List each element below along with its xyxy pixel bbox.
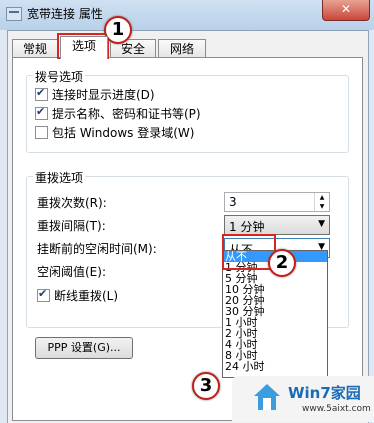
callout-marker: 3 <box>192 372 220 400</box>
show-progress-checkbox[interactable] <box>35 86 48 101</box>
checkbox-label: 提示名称、密码和证书等(P) <box>52 107 201 121</box>
callout-marker: 2 <box>268 249 296 277</box>
checkbox-label: 包括 Windows 登录域(W) <box>52 126 195 140</box>
chevron-down-icon: ▼ <box>318 219 325 229</box>
select-value: 1 分钟 <box>229 220 265 234</box>
spinner-value: 3 <box>229 195 237 209</box>
network-icon <box>6 7 22 21</box>
checkbox-label: 断线重拨(L) <box>54 289 119 303</box>
watermark-logo: Win7家园 www.5aixt.com <box>232 376 374 422</box>
group-title: 重拨选项 <box>33 169 86 186</box>
attempts-label: 重拨次数(R): <box>37 196 107 210</box>
dropdown-option[interactable]: 24 小时 <box>223 361 327 372</box>
watermark-url: www.5aixt.com <box>302 404 371 414</box>
tab-network[interactable]: 网络 <box>158 39 206 58</box>
window-title: 宽带连接 属性 <box>27 7 103 21</box>
title-bar: 宽带连接 属性 ✕ <box>0 0 374 30</box>
idle-time-label: 挂断前的空闲时间(M): <box>37 242 157 256</box>
down-arrow-icon[interactable]: ▼ <box>315 202 329 211</box>
idle-threshold-label: 空闲阈值(E): <box>37 265 106 279</box>
house-logo-icon <box>254 384 280 410</box>
tab-options[interactable]: 选项 <box>60 36 108 59</box>
include-domain-checkbox[interactable] <box>35 126 48 139</box>
watermark-title: Win7家园 <box>288 384 361 402</box>
spinner-arrows[interactable]: ▲ ▼ <box>314 193 329 211</box>
redial-interval-select[interactable]: 1 分钟 ▼ <box>224 215 330 235</box>
up-arrow-icon[interactable]: ▲ <box>315 193 329 202</box>
ppp-settings-button[interactable]: PPP 设置(G)... <box>35 337 133 359</box>
interval-label: 重拨间隔(T): <box>37 219 106 233</box>
callout-marker: 1 <box>104 16 132 44</box>
checkbox-label: 连接时显示进度(D) <box>52 88 155 102</box>
prompt-credentials-checkbox[interactable] <box>35 105 48 120</box>
tab-general[interactable]: 常规 <box>12 39 58 58</box>
dial-options-group: 拨号选项 连接时显示进度(D) 提示名称、密码和证书等(P) 包括 Window… <box>26 68 349 153</box>
close-button[interactable]: ✕ <box>322 0 370 21</box>
group-title: 拨号选项 <box>33 68 86 85</box>
redial-checkbox[interactable] <box>37 287 50 302</box>
redial-attempts-spinner[interactable]: 3 ▲ ▼ <box>224 192 330 212</box>
